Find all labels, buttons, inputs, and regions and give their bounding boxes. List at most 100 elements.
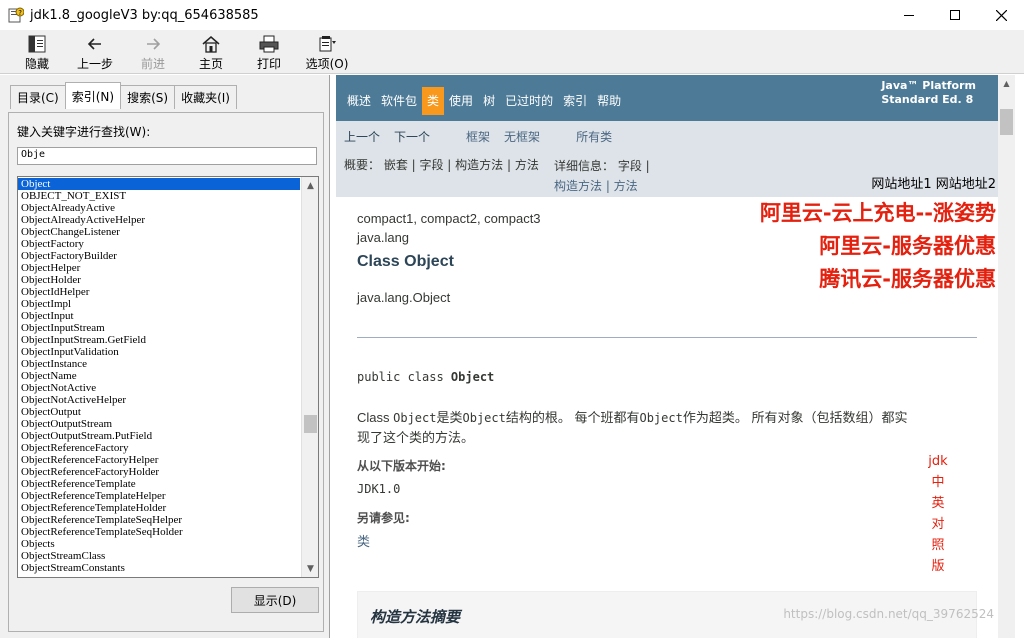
- index-list-item[interactable]: ObjectImpl: [18, 298, 300, 310]
- index-list[interactable]: Object OBJECT_NOT_EXIST ObjectAlreadyActiv…: [17, 176, 319, 578]
- watermark: https://blog.csdn.net/qq_39762524: [783, 607, 994, 621]
- nav-deprecated[interactable]: 已过时的: [500, 87, 558, 115]
- summary-links[interactable]: 概要： 嵌套 | 字段 | 构造方法 | 方法: [344, 156, 539, 173]
- platform-line1: Java™ Platform: [881, 79, 976, 92]
- tab-favorites[interactable]: 收藏夹(I): [174, 85, 237, 109]
- see-also-link[interactable]: 类: [357, 531, 370, 550]
- forward-button[interactable]: 前进: [124, 30, 182, 74]
- next-class-link[interactable]: 下一个: [394, 128, 430, 145]
- site-address-links[interactable]: 网站地址1 网站地址2: [871, 173, 996, 192]
- nav-use[interactable]: 使用: [444, 87, 478, 115]
- scroll-up-icon[interactable]: ▲: [302, 177, 318, 194]
- index-list-item[interactable]: ObjectIdHelper: [18, 286, 300, 298]
- see-also-label: 另请参见:: [357, 511, 410, 525]
- keyword-input[interactable]: Obje: [17, 147, 317, 165]
- index-list-item[interactable]: ObjectInput: [18, 310, 300, 322]
- doc-scroll-thumb[interactable]: [1000, 109, 1013, 135]
- forward-label: 前进: [140, 57, 165, 71]
- index-list-item[interactable]: Object: [18, 178, 300, 190]
- since-value: JDK1.0: [357, 482, 401, 496]
- detail-line2[interactable]: 构造方法 | 方法: [554, 176, 650, 196]
- detail-links[interactable]: 详细信息： 字段 | 构造方法 | 方法: [554, 156, 650, 196]
- detail-line1[interactable]: 详细信息： 字段 |: [554, 156, 650, 176]
- class-header: compact1, compact2, compact3 java.lang C…: [357, 211, 977, 305]
- index-list-item[interactable]: ObjectReferenceFactory: [18, 442, 300, 454]
- index-list-item[interactable]: ObjectFactory: [18, 238, 300, 250]
- back-button[interactable]: 上一步: [66, 30, 124, 74]
- nav-tabs: 目录(C) 索引(N) 搜索(S) 收藏夹(I): [10, 82, 237, 109]
- maximize-button[interactable]: [932, 0, 978, 30]
- display-button[interactable]: 显示(D): [231, 587, 319, 613]
- tab-contents[interactable]: 目录(C): [10, 85, 66, 109]
- options-button[interactable]: 选项(O): [298, 30, 356, 74]
- scroll-thumb[interactable]: [304, 415, 317, 433]
- note-char: 对: [931, 517, 945, 532]
- index-list-scrollbar[interactable]: ▲ ▼: [301, 177, 318, 577]
- nav-package[interactable]: 软件包: [376, 87, 422, 115]
- desc-c: 是类: [436, 410, 463, 425]
- back-arrow-icon: [87, 38, 101, 50]
- scroll-down-icon[interactable]: ▼: [302, 560, 318, 577]
- nav-help[interactable]: 帮助: [592, 87, 626, 115]
- index-list-item[interactable]: ObjectStreamClass: [18, 550, 300, 562]
- printer-icon: [259, 35, 279, 53]
- document-scrollbar[interactable]: ▲: [998, 75, 1015, 638]
- index-list-item[interactable]: ObjectAlreadyActiveHelper: [18, 214, 300, 226]
- profiles: compact1, compact2, compact3: [357, 211, 541, 226]
- options-icon: [319, 36, 336, 52]
- index-list-item[interactable]: ObjectReferenceTemplateSeqHelper: [18, 514, 300, 526]
- index-list-item[interactable]: ObjectOutputStream: [18, 418, 300, 430]
- index-list-item[interactable]: ObjectOutputStream.PutField: [18, 430, 300, 442]
- nav-index[interactable]: 索引: [558, 87, 592, 115]
- close-button[interactable]: [978, 0, 1024, 30]
- window-title: jdk1.8_googleV3 by:qq_654638585: [30, 7, 259, 23]
- document-pane: 概述 软件包 类 使用 树 已过时的 索引 帮助 Java™ Platform …: [336, 75, 998, 638]
- hide-button[interactable]: 隐藏: [8, 30, 66, 74]
- tab-search[interactable]: 搜索(S): [120, 85, 176, 109]
- index-list-item[interactable]: ObjectHolder: [18, 274, 300, 286]
- index-list-item[interactable]: ObjectNotActive: [18, 382, 300, 394]
- index-list-item[interactable]: ObjectInputValidation: [18, 346, 300, 358]
- index-list-item[interactable]: ObjectFactoryBuilder: [18, 250, 300, 262]
- index-list-item[interactable]: ObjectReferenceTemplate: [18, 478, 300, 490]
- index-list-item[interactable]: ObjectChangeListener: [18, 226, 300, 238]
- index-list-item[interactable]: ObjectReferenceFactoryHelper: [18, 454, 300, 466]
- index-list-item[interactable]: ObjectNotActiveHelper: [18, 394, 300, 406]
- minimize-button[interactable]: [886, 0, 932, 30]
- index-list-item[interactable]: ObjectInputStream: [18, 322, 300, 334]
- index-list-item[interactable]: Objects: [18, 538, 300, 550]
- frames-link[interactable]: 框架: [466, 128, 490, 145]
- no-frames-link[interactable]: 无框架: [504, 128, 540, 145]
- all-classes-link[interactable]: 所有类: [576, 128, 612, 145]
- index-list-item[interactable]: ObjectReferenceFactoryHolder: [18, 466, 300, 478]
- index-list-item[interactable]: ObjectStreamConstants: [18, 562, 300, 574]
- desc-f: Object: [639, 411, 683, 425]
- sub-nav-bar: 上一个 下一个 框架 无框架 所有类 概要： 嵌套 | 字段 | 构造方法 | …: [336, 121, 998, 197]
- bilingual-note[interactable]: jdk 中 英 对 照 版: [928, 451, 948, 577]
- package-name[interactable]: java.lang: [357, 230, 977, 245]
- index-list-item[interactable]: ObjectReferenceTemplateSeqHolder: [18, 526, 300, 538]
- home-button[interactable]: 主页: [182, 30, 240, 74]
- index-list-item[interactable]: ObjectReferenceTemplateHelper: [18, 490, 300, 502]
- desc-d: Object: [462, 411, 506, 425]
- top-nav-bar: 概述 软件包 类 使用 树 已过时的 索引 帮助 Java™ Platform …: [336, 75, 998, 121]
- print-button[interactable]: 打印: [240, 30, 298, 74]
- index-list-item[interactable]: ObjectInstance: [18, 358, 300, 370]
- index-list-item[interactable]: ObjectName: [18, 370, 300, 382]
- doc-scroll-up-icon[interactable]: ▲: [998, 75, 1015, 92]
- index-list-item[interactable]: OBJECT_NOT_EXIST: [18, 190, 300, 202]
- index-list-item[interactable]: ObjectReferenceTemplateHolder: [18, 502, 300, 514]
- hide-label: 隐藏: [24, 57, 49, 71]
- tab-index[interactable]: 索引(N): [64, 82, 122, 109]
- platform-line2: Standard Ed. 8: [881, 93, 974, 106]
- close-icon: [995, 9, 1007, 21]
- index-list-item[interactable]: ObjectInputStream.GetField: [18, 334, 300, 346]
- index-list-item[interactable]: ObjectOutput: [18, 406, 300, 418]
- class-signature: public class Object: [357, 370, 494, 384]
- title-bar: ? jdk1.8_googleV3 by:qq_654638585: [0, 0, 1024, 30]
- nav-overview[interactable]: 概述: [342, 87, 376, 115]
- index-list-item[interactable]: ObjectAlreadyActive: [18, 202, 300, 214]
- nav-tree[interactable]: 树: [478, 87, 500, 115]
- index-list-item[interactable]: ObjectHelper: [18, 262, 300, 274]
- prev-class-link[interactable]: 上一个: [344, 128, 380, 145]
